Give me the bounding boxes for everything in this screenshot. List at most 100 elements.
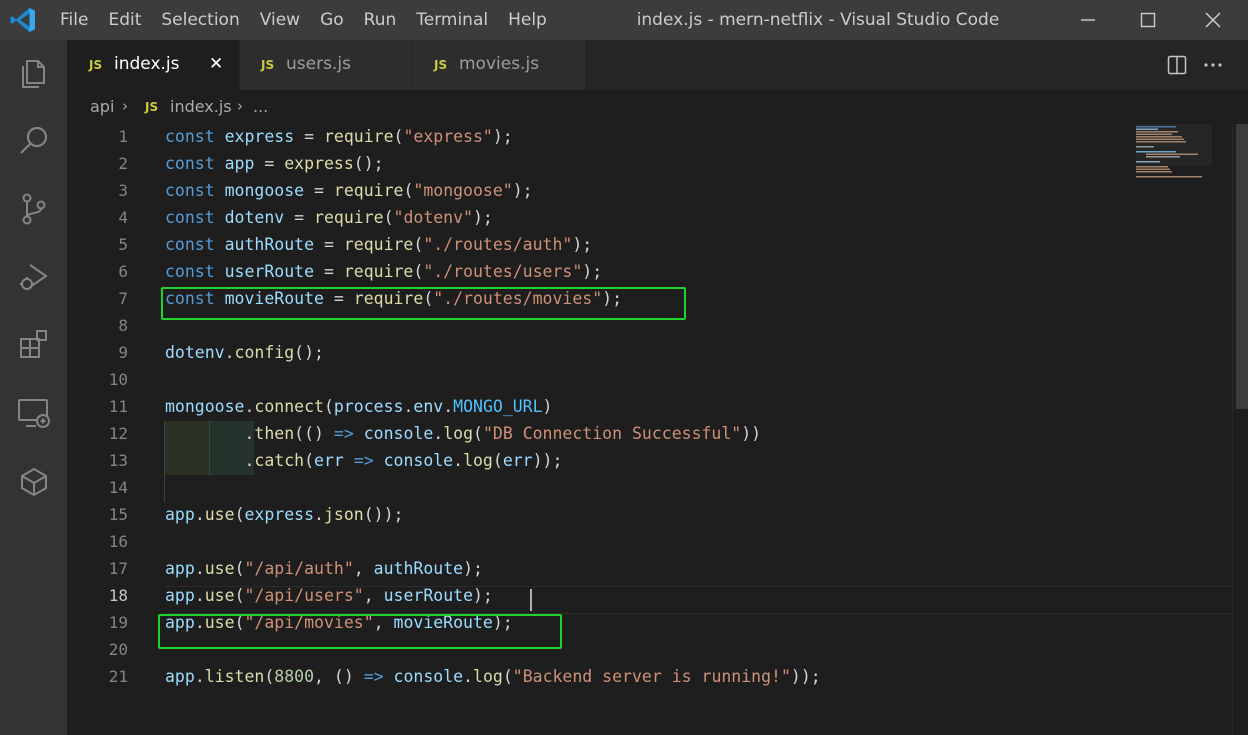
code-line[interactable]: 14 — [67, 474, 1134, 501]
menu-selection[interactable]: Selection — [151, 0, 249, 40]
breadcrumb: api › JS index.js › ... — [67, 90, 1248, 124]
js-file-icon: JS — [261, 58, 275, 72]
extensions-icon[interactable] — [14, 325, 54, 365]
code-text: app.use("/api/auth", authRoute); — [165, 559, 483, 578]
code-text: const mongoose = require("mongoose"); — [165, 181, 533, 200]
tab-label: index.js — [114, 54, 180, 74]
line-number[interactable]: 8 — [67, 312, 128, 339]
tab-users-js[interactable]: JS users.js — [240, 40, 413, 90]
line-number[interactable]: 10 — [67, 366, 128, 393]
line-number[interactable]: 12 — [67, 420, 128, 447]
code-text: app.listen(8800, () => console.log("Back… — [165, 667, 821, 686]
js-file-icon: JS — [89, 58, 103, 72]
line-number[interactable]: 18 — [67, 582, 128, 609]
code-text: app.use("/api/users", userRoute); — [165, 586, 493, 605]
text-cursor — [530, 589, 532, 611]
code-text: const app = express(); — [165, 154, 384, 173]
code-line[interactable]: 16 — [67, 528, 1134, 555]
code-line[interactable]: 12 .then(() => console.log("DB Connectio… — [67, 420, 1134, 447]
line-number[interactable]: 14 — [67, 474, 128, 501]
code-line[interactable]: 4 const dotenv = require("dotenv"); — [67, 204, 1134, 231]
line-number[interactable]: 3 — [67, 177, 128, 204]
scrollbar-thumb[interactable] — [1236, 124, 1248, 409]
minimize-button[interactable] — [1058, 0, 1118, 40]
remote-explorer-icon[interactable] — [14, 393, 54, 433]
line-number[interactable]: 9 — [67, 339, 128, 366]
code-line[interactable]: 9 dotenv.config(); — [67, 339, 1134, 366]
line-number[interactable]: 1 — [67, 123, 128, 150]
code-text: const authRoute = require("./routes/auth… — [165, 235, 593, 254]
menu-edit[interactable]: Edit — [98, 0, 151, 40]
menu-terminal[interactable]: Terminal — [406, 0, 498, 40]
split-editor-icon[interactable] — [1167, 55, 1187, 75]
line-number[interactable]: 17 — [67, 555, 128, 582]
code-text: dotenv.config(); — [165, 343, 324, 362]
line-number[interactable]: 19 — [67, 609, 128, 636]
more-actions-icon[interactable] — [1202, 55, 1224, 75]
source-control-icon[interactable] — [14, 189, 54, 229]
docker-icon[interactable] — [14, 461, 54, 501]
code-line[interactable]: 11 mongoose.connect(process.env.MONGO_URL… — [67, 393, 1134, 420]
tab-index-js[interactable]: JS index.js ✕ — [67, 40, 240, 90]
code-text: mongoose.connect(process.env.MONGO_URL) — [165, 397, 553, 416]
menu-run[interactable]: Run — [354, 0, 407, 40]
menu-view[interactable]: View — [250, 0, 310, 40]
breadcrumb-file[interactable]: index.js — [170, 97, 232, 116]
vscode-logo-icon[interactable] — [9, 6, 37, 34]
code-line[interactable]: 3 const mongoose = require("mongoose"); — [67, 177, 1134, 204]
line-number[interactable]: 2 — [67, 150, 128, 177]
code-line[interactable]: 2 const app = express(); — [67, 150, 1134, 177]
code-line[interactable]: 15 app.use(express.json()); — [67, 501, 1134, 528]
code-line[interactable]: 18 app.use("/api/users", userRoute); — [67, 582, 1134, 609]
code-text: .then(() => console.log("DB Connection S… — [165, 424, 762, 443]
tab-label: users.js — [286, 54, 351, 74]
maximize-button[interactable] — [1118, 0, 1178, 40]
breadcrumb-separator-icon: › — [237, 97, 243, 115]
breadcrumb-symbol[interactable]: ... — [253, 97, 268, 116]
activity-bar — [0, 40, 67, 735]
code-line[interactable]: 10 — [67, 366, 1134, 393]
code-line[interactable]: 1 const express = require("express"); — [67, 123, 1134, 150]
code-line[interactable]: 13 .catch(err => console.log(err)); — [67, 447, 1134, 474]
code-line[interactable]: 21 app.listen(8800, () => console.log("Ba… — [67, 663, 1134, 690]
line-number[interactable]: 21 — [67, 663, 128, 690]
line-number[interactable]: 6 — [67, 258, 128, 285]
line-number[interactable]: 15 — [67, 501, 128, 528]
js-file-icon: JS — [434, 58, 448, 72]
explorer-icon[interactable] — [14, 53, 54, 93]
code-line[interactable]: 17 app.use("/api/auth", authRoute); — [67, 555, 1134, 582]
code-editor[interactable]: 1 const express = require("express"); 2 con… — [67, 124, 1232, 735]
line-number[interactable]: 13 — [67, 447, 128, 474]
menu-help[interactable]: Help — [498, 0, 557, 40]
line-number[interactable]: 5 — [67, 231, 128, 258]
line-number[interactable]: 4 — [67, 204, 128, 231]
minimap[interactable] — [1134, 124, 1232, 735]
js-file-icon: JS — [145, 100, 159, 114]
line-number[interactable]: 16 — [67, 528, 128, 555]
tab-label: movies.js — [459, 54, 540, 74]
menu-file[interactable]: File — [50, 0, 98, 40]
menu-bar: File Edit Selection View Go Run Terminal Help — [50, 0, 557, 40]
breadcrumb-folder[interactable]: api — [90, 97, 114, 116]
line-number[interactable]: 20 — [67, 636, 128, 663]
maximize-icon — [1140, 12, 1156, 28]
close-window-button[interactable] — [1183, 0, 1243, 40]
code-text: app.use(express.json()); — [165, 505, 404, 524]
search-icon[interactable] — [14, 121, 54, 161]
code-text: const dotenv = require("dotenv"); — [165, 208, 493, 227]
title-bar: File Edit Selection View Go Run Terminal Help i… — [0, 0, 1248, 40]
highlight-box-line-19 — [158, 614, 562, 649]
vertical-scrollbar[interactable] — [1232, 124, 1248, 735]
line-number[interactable]: 7 — [67, 285, 128, 312]
code-text: const express = require("express"); — [165, 127, 513, 146]
close-icon — [1205, 12, 1221, 28]
line-number[interactable]: 11 — [67, 393, 128, 420]
code-line[interactable]: 5 const authRoute = require("./routes/aut… — [67, 231, 1134, 258]
code-line[interactable]: 6 const userRoute = require("./routes/use… — [67, 258, 1134, 285]
tab-close-icon[interactable]: ✕ — [209, 54, 223, 74]
menu-go[interactable]: Go — [310, 0, 354, 40]
run-debug-icon[interactable] — [14, 257, 54, 297]
minimap-lines — [1136, 124, 1212, 178]
code-text: .catch(err => console.log(err)); — [165, 451, 563, 470]
tab-movies-js[interactable]: JS movies.js — [413, 40, 586, 90]
